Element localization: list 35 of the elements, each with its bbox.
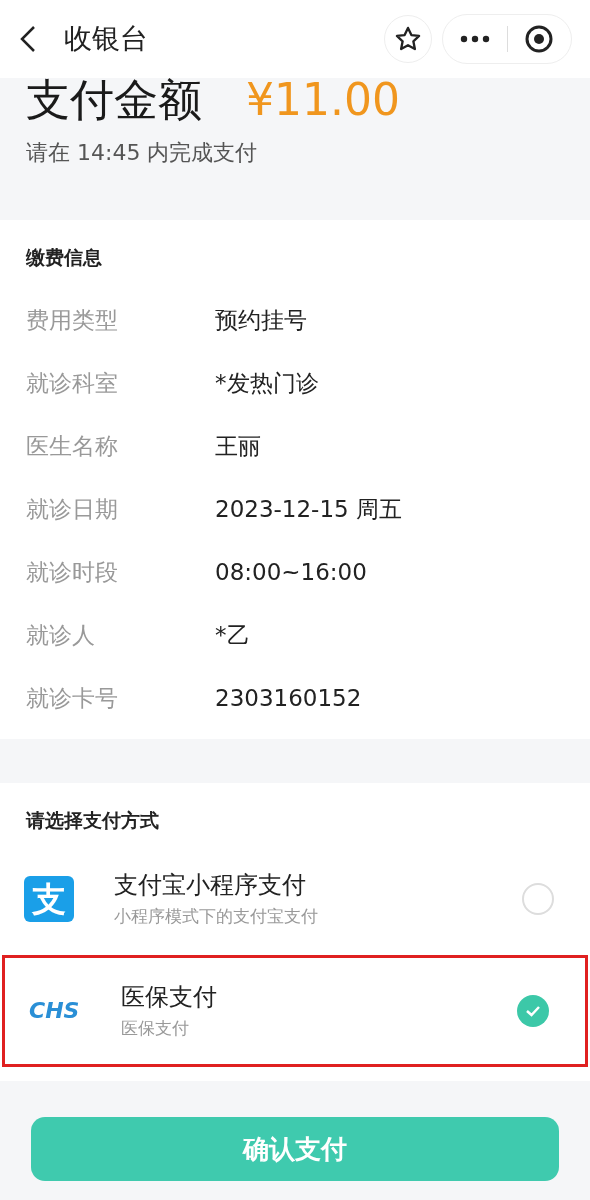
payment-option[interactable]: 支 支付宝小程序支付 小程序模式下的支付宝支付 <box>0 843 590 955</box>
payment-option[interactable]: CHS 医保支付 医保支付 <box>2 955 588 1067</box>
section-title: 请选择支付方式 <box>24 809 160 831</box>
field-label: 就诊时段 <box>26 557 119 587</box>
field-label: 医生名称 <box>26 431 119 461</box>
option-description: 小程序模式下的支付宝支付 <box>114 905 319 928</box>
field-value: *乙 <box>215 620 250 650</box>
field-label: 就诊日期 <box>26 494 119 524</box>
chs-logo: CHS <box>29 1000 81 1022</box>
radio-button[interactable] <box>522 883 554 915</box>
amount-label: 支付金额 <box>26 78 202 122</box>
star-icon <box>394 25 422 53</box>
field-value: 王丽 <box>215 431 261 461</box>
option-title: 医保支付 <box>121 982 218 1012</box>
field-value: 预约挂号 <box>215 305 307 335</box>
field-value: 2303160152 <box>215 683 362 713</box>
field-label: 就诊人 <box>26 620 96 650</box>
section-title: 缴费信息 <box>26 246 103 268</box>
check-icon <box>525 1005 541 1017</box>
field-value: 08:00~16:00 <box>215 557 367 587</box>
target-icon <box>524 24 555 54</box>
back-icon <box>18 24 38 54</box>
amount-value: ¥11.00 <box>246 78 400 122</box>
field-value: 2023-12-15 周五 <box>215 494 402 524</box>
alipay-logo: 支 <box>24 876 74 922</box>
page-title: 收银台 <box>64 21 148 57</box>
radio-button[interactable] <box>517 995 549 1027</box>
field-value: *发热门诊 <box>215 368 319 398</box>
option-description: 医保支付 <box>121 1017 190 1040</box>
field-label: 费用类型 <box>26 305 119 335</box>
option-title: 支付宝小程序支付 <box>114 870 307 900</box>
more-icon <box>459 35 490 43</box>
deadline-text: 请在 14:45 内完成支付 <box>26 139 259 167</box>
field-label: 就诊卡号 <box>26 683 119 713</box>
field-label: 就诊科室 <box>26 368 119 398</box>
